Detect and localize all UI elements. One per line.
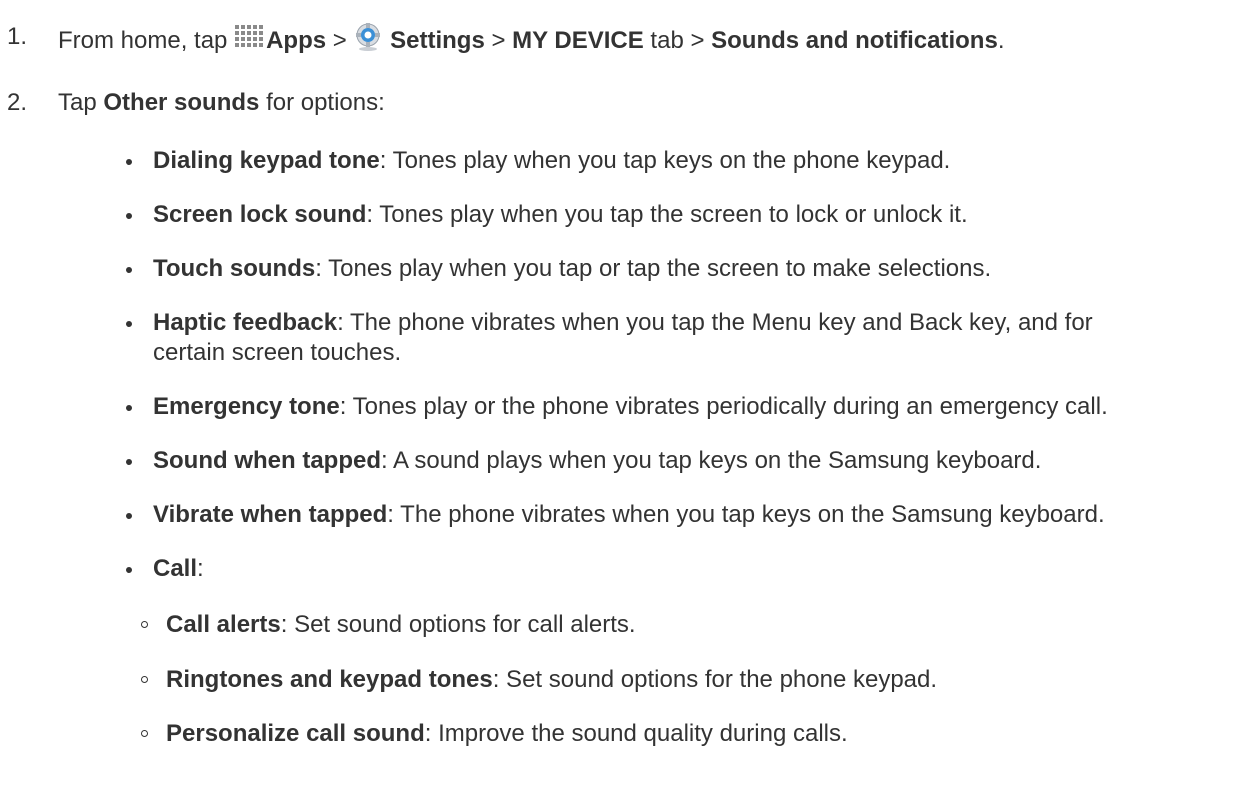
- option-term: Personalize call sound: [166, 720, 425, 747]
- step-2-prefix: Tap: [58, 89, 97, 116]
- option-desc: : Set sound options for call alerts.: [280, 611, 636, 638]
- option-term: Screen lock sound: [153, 201, 367, 228]
- bullet-dot: [126, 405, 132, 411]
- option-term: Sound when tapped: [153, 447, 381, 474]
- step-1-text: From home, tap Apps > Settings > MY DEVI…: [58, 22, 1004, 60]
- separator: >: [332, 27, 347, 54]
- tab-text: tab >: [650, 27, 705, 54]
- my-device-label: MY DEVICE: [512, 27, 644, 54]
- option-desc: : Improve the sound quality during calls…: [424, 720, 848, 747]
- option-desc: :: [197, 555, 204, 582]
- step-2-text: Tap Other sounds for options:: [58, 88, 385, 118]
- separator: >: [491, 27, 506, 54]
- option-term: Touch sounds: [153, 255, 316, 282]
- option-desc: certain screen touches.: [153, 339, 402, 366]
- settings-gear-icon: [353, 22, 383, 60]
- apps-grid-icon: [234, 24, 266, 60]
- sounds-label: Sounds and notifications: [711, 27, 998, 54]
- option-desc: : Tones play when you tap or tap the scr…: [315, 255, 992, 282]
- option-term: Ringtones and keypad tones: [166, 666, 493, 693]
- settings-label: Settings: [390, 27, 485, 54]
- bullet-dot: [126, 267, 132, 273]
- option-term: Vibrate when tapped: [153, 501, 388, 528]
- option-desc: : The phone vibrates when you tap the Me…: [337, 309, 1093, 336]
- bullet-dot: [126, 567, 132, 573]
- option-desc: : Tones play when you tap the screen to …: [366, 201, 968, 228]
- step-2-suffix: for options:: [266, 89, 385, 116]
- option-desc: : The phone vibrates when you tap keys o…: [387, 501, 1105, 528]
- step-1-prefix: From home, tap: [58, 27, 228, 54]
- option-desc: : A sound plays when you tap keys on the…: [381, 447, 1042, 474]
- option-term: Haptic feedback: [153, 309, 338, 336]
- period: .: [997, 27, 1005, 54]
- option-term: Emergency tone: [153, 393, 340, 420]
- apps-label: Apps: [266, 27, 327, 54]
- other-sounds-label: Other sounds: [103, 89, 260, 116]
- bullet-circle: [141, 621, 148, 628]
- bullet-circle: [141, 676, 148, 683]
- step-number: 2.: [7, 89, 28, 116]
- option-desc: : Set sound options for the phone keypad…: [492, 666, 938, 693]
- option-term: Dialing keypad tone: [153, 147, 380, 174]
- bullet-dot: [126, 159, 132, 165]
- bullet-circle: [141, 730, 148, 737]
- option-term: Call: [153, 555, 198, 582]
- bullet-dot: [126, 513, 132, 519]
- step-number: 1.: [7, 23, 28, 50]
- bullet-dot: [126, 213, 132, 219]
- bullet-dot: [126, 321, 132, 327]
- bullet-dot: [126, 459, 132, 465]
- option-desc: : Tones play or the phone vibrates perio…: [339, 393, 1108, 420]
- option-term: Call alerts: [166, 611, 281, 638]
- option-desc: : Tones play when you tap keys on the ph…: [379, 147, 951, 174]
